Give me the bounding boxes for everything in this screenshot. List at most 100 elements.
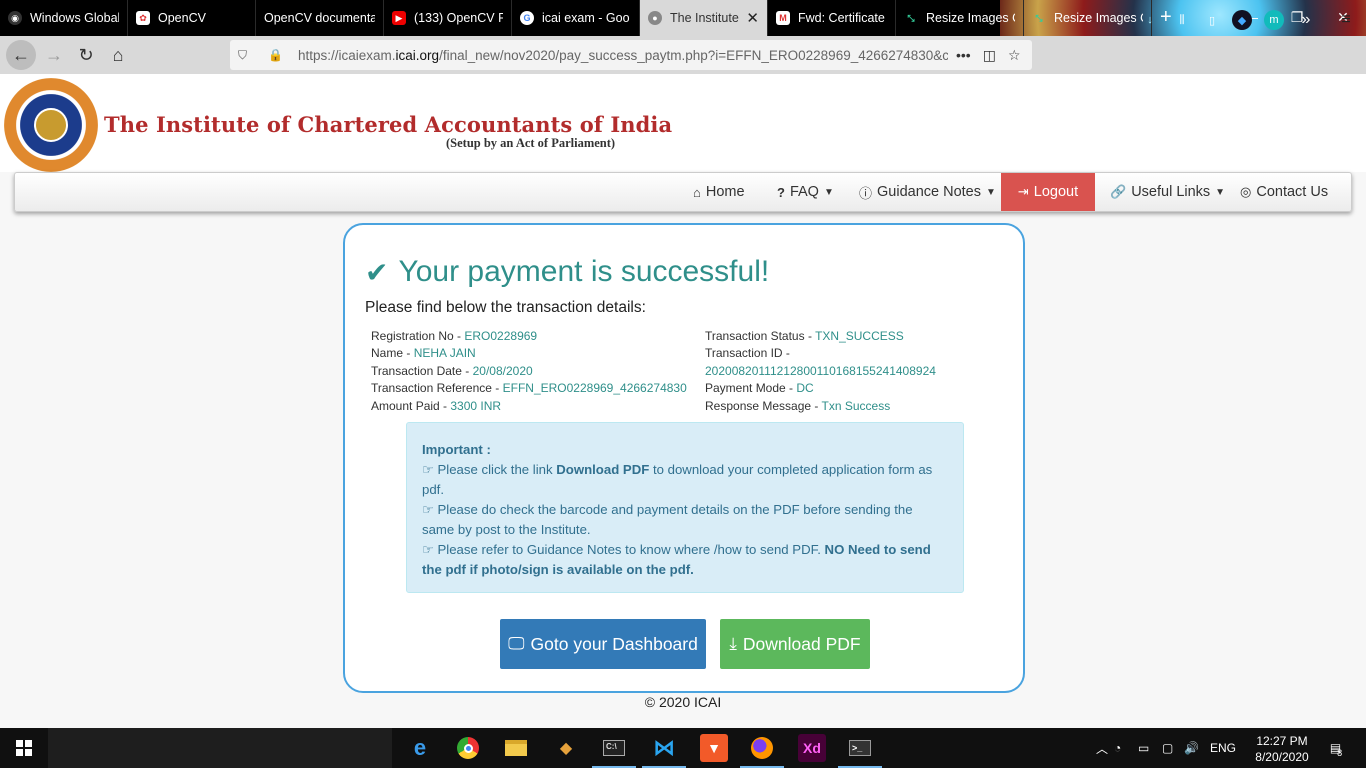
caret-down-icon: ▼ xyxy=(823,186,834,198)
new-tab-icon[interactable]: + xyxy=(1160,6,1172,29)
github-icon: ◉ xyxy=(8,11,22,25)
display-icon[interactable]: ▢ xyxy=(1162,741,1184,755)
icai-logo[interactable] xyxy=(4,78,98,172)
detail-response-message: Response Message - Txn Success xyxy=(705,398,891,413)
notification-count: 8 xyxy=(1337,748,1343,758)
url-text[interactable]: https://icaiexam.icai.org/final_new/nov2… xyxy=(298,48,948,63)
resize-icon: ⤡ xyxy=(1035,13,1043,23)
detail-transaction-date: Transaction Date - 20/08/2020 xyxy=(371,363,533,378)
tab-youtube[interactable]: ▶ (133) OpenCV Py xyxy=(384,0,512,36)
git-client-icon[interactable]: ◆ xyxy=(552,734,580,762)
tab-resize-images-1[interactable]: ⤡ Resize Images O xyxy=(896,0,1024,36)
tab-gmail[interactable]: M Fwd: Certificate xyxy=(768,0,896,36)
tracking-shield-icon[interactable]: ⛉ xyxy=(238,48,260,63)
nav-home[interactable]: ⌂ Home xyxy=(693,173,745,211)
important-notice: Important : ☞ Please click the link Down… xyxy=(406,422,964,593)
resize-icon: ⤡ xyxy=(907,13,915,23)
adobe-xd-icon[interactable]: Xd xyxy=(798,734,826,762)
page-footer: © 2020 ICAI xyxy=(644,694,722,710)
mendeley-icon[interactable]: m xyxy=(1264,10,1284,30)
payment-success-card: ✔ Your payment is successful! Please find… xyxy=(343,223,1025,693)
caret-down-icon: ▼ xyxy=(1215,186,1226,198)
notification-center[interactable]: ▤ 8 xyxy=(1322,728,1350,768)
language-indicator[interactable]: ENG xyxy=(1206,741,1240,755)
link-icon: 🔗 xyxy=(1110,184,1127,199)
taskbar-search-area[interactable] xyxy=(48,728,392,768)
hand-pointer-icon: ☞ xyxy=(422,502,434,517)
detail-transaction-reference: Transaction Reference - EFFN_ERO0228969_… xyxy=(371,381,687,396)
volume-icon[interactable]: 🔊 xyxy=(1184,741,1206,755)
detail-transaction-id: Transaction ID - 20200820111212800110168… xyxy=(705,346,936,378)
info-icon: ⓘ xyxy=(859,185,873,201)
overflow-menu-icon[interactable]: » xyxy=(1296,10,1316,30)
show-hidden-icons-icon[interactable]: ︿ xyxy=(1096,740,1114,757)
brave-icon[interactable]: ▼ xyxy=(700,734,728,762)
system-tray: ︿ ◔ ▭ ▢ 🔊 ENG xyxy=(1096,728,1240,768)
browser-toolbar: ← → ↻ ⌂ ⛉ 🔒 https://icaiexam.icai.org/fi… xyxy=(0,36,1366,74)
firefox-icon[interactable] xyxy=(740,734,784,768)
gmail-icon: M xyxy=(776,11,790,25)
detail-registration-no: Registration No - ERO0228969 xyxy=(371,329,538,343)
google-icon: G xyxy=(520,11,534,25)
terminal-icon[interactable]: >_ xyxy=(838,734,882,768)
download-arrow-icon[interactable]: ↓ xyxy=(1140,10,1160,30)
hand-pointer-icon: ☞ xyxy=(422,542,434,557)
tab-windows-global[interactable]: ◉ Windows Global xyxy=(0,0,128,36)
hand-pointer-icon: ☞ xyxy=(422,462,434,477)
wifi-icon[interactable]: ◔ xyxy=(1114,741,1138,755)
goto-dashboard-button[interactable]: 🖵 Goto your Dashboard xyxy=(500,619,706,669)
home-icon[interactable]: ⌂ xyxy=(104,42,132,68)
site-header: The Institute of Chartered Accountants o… xyxy=(0,74,1366,172)
tab-google-search[interactable]: Gicai exam - Goo xyxy=(512,0,640,36)
nav-faq[interactable]: ? FAQ ▼ xyxy=(777,173,834,211)
sidebar-icon[interactable]: ▯ xyxy=(1202,10,1222,30)
caret-down-icon: ▼ xyxy=(986,186,996,198)
pocket-icon[interactable]: ◫ xyxy=(983,47,996,64)
back-icon[interactable]: ← xyxy=(6,40,36,70)
notice-item-barcode: ☞ Please do check the barcode and paymen… xyxy=(422,502,913,537)
system-clock[interactable]: 12:27 PM 8/20/2020 xyxy=(1250,733,1314,765)
question-icon: ? xyxy=(777,184,785,200)
close-tab-icon[interactable]: ✕ xyxy=(746,9,759,27)
library-icon[interactable]: ⫼ xyxy=(1172,10,1192,30)
tab-icai-active[interactable]: ● The Institute ✕ xyxy=(640,0,768,36)
start-button[interactable] xyxy=(0,728,48,768)
extension-badge-icon[interactable]: ◆ xyxy=(1232,10,1252,30)
detail-transaction-status: Transaction Status - TXN_SUCCESS xyxy=(705,329,904,343)
forward-icon[interactable]: → xyxy=(40,42,68,68)
page-actions-icon[interactable]: ••• xyxy=(956,47,971,63)
tab-opencv[interactable]: ✿ OpenCV xyxy=(128,0,256,36)
youtube-icon: ▶ xyxy=(392,11,406,25)
lock-icon[interactable]: 🔒 xyxy=(268,48,286,62)
chrome-icon[interactable] xyxy=(454,734,482,762)
tab-opencv-docs[interactable]: OpenCV documenta xyxy=(256,0,384,36)
battery-icon[interactable]: ▭ xyxy=(1138,741,1162,755)
lifebuoy-icon: ◎ xyxy=(1240,184,1252,199)
tab-resize-images-2[interactable]: ⤡ Resize Images O xyxy=(1024,0,1152,36)
main-navigation: ⌂ Home ? FAQ ▼ ⓘ Guidance Notes ▼ ⇥ Logout 🔗 Us… xyxy=(14,172,1352,212)
home-icon: ⌂ xyxy=(693,184,701,200)
details-intro: Please find below the transaction detail… xyxy=(365,299,646,316)
nav-guidance-notes[interactable]: ⓘ Guidance Notes ▼ xyxy=(859,173,996,211)
command-prompt-icon[interactable]: C:\ xyxy=(592,734,636,768)
nav-logout[interactable]: ⇥ Logout xyxy=(1001,173,1095,211)
page-content: The Institute of Chartered Accountants o… xyxy=(0,74,1366,728)
url-bar[interactable]: ⛉ 🔒 https://icaiexam.icai.org/final_new/… xyxy=(230,40,1032,70)
site-title: The Institute of Chartered Accountants o… xyxy=(104,112,673,137)
nav-useful-links[interactable]: 🔗 Useful Links ▼ xyxy=(1110,173,1225,211)
bookmark-star-icon[interactable]: ☆ xyxy=(1008,47,1021,64)
detail-name: Name - NEHA JAIN xyxy=(371,346,476,361)
hamburger-menu-icon[interactable]: ≡ xyxy=(1336,10,1356,30)
sign-in-icon: ⇥ xyxy=(1017,184,1029,199)
download-pdf-button[interactable]: ⤓ Download PDF xyxy=(720,619,870,669)
vscode-icon[interactable]: ⋈ xyxy=(642,734,686,768)
file-explorer-icon[interactable] xyxy=(502,734,530,762)
nav-contact-us[interactable]: ◎ Contact Us xyxy=(1240,173,1328,211)
detail-payment-mode: Payment Mode - DC xyxy=(705,381,814,396)
success-heading: ✔ Your payment is successful! xyxy=(365,255,770,288)
edge-icon[interactable]: e xyxy=(406,734,434,762)
notice-item-download: ☞ Please click the link Download PDF to … xyxy=(422,462,933,497)
monitor-icon: 🖵 xyxy=(508,634,525,653)
check-icon: ✔ xyxy=(365,256,389,288)
reload-icon[interactable]: ↻ xyxy=(72,42,100,68)
